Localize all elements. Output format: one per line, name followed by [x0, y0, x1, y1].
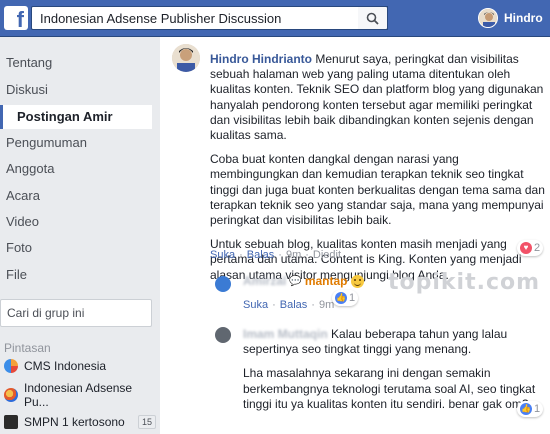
- sidebar-item-tentang[interactable]: Tentang: [6, 52, 52, 74]
- globe-icon: [4, 388, 18, 402]
- reply-author[interactable]: Imam Muttaqin: [243, 327, 328, 341]
- love-reaction-icon: ♥: [520, 242, 532, 254]
- reaction-count: 2: [534, 242, 541, 254]
- search-button[interactable]: [358, 6, 388, 30]
- group-search-box[interactable]: [0, 299, 152, 327]
- sidebar-item-anggota[interactable]: Anggota: [6, 158, 54, 180]
- reply-body: Imam Muttaqin Kalau beberapa tahun yang …: [243, 327, 543, 421]
- reaction-summary[interactable]: ♥ 2: [517, 240, 544, 256]
- reaction-count: 1: [534, 403, 541, 415]
- watermark: topikit.com: [388, 270, 541, 295]
- sidebar-item-acara[interactable]: Acara: [6, 185, 40, 207]
- shortcut-item[interactable]: CMS Indonesia: [4, 357, 156, 375]
- user-name: Hindro: [504, 11, 543, 25]
- sidebar-item-file[interactable]: File: [6, 264, 27, 286]
- profile-link[interactable]: Hindro: [478, 5, 543, 31]
- avatar[interactable]: [215, 276, 231, 292]
- notification-badge: 15: [137, 415, 156, 429]
- avatar[interactable]: [215, 327, 231, 343]
- like-link[interactable]: Suka: [210, 249, 235, 261]
- timestamp[interactable]: 9m: [286, 249, 301, 261]
- sidebar-item-foto[interactable]: Foto: [6, 237, 32, 259]
- shortcut-item[interactable]: SMPN 1 kertosono 15: [4, 413, 156, 431]
- top-bar: f Hindro: [0, 0, 550, 37]
- facebook-logo-icon[interactable]: f: [4, 6, 28, 30]
- smile-emoji-icon: [350, 274, 364, 288]
- shortcut-label: Indonesian Adsense Pu...: [24, 381, 133, 409]
- avatar[interactable]: [172, 44, 200, 72]
- reaction-count: 1: [349, 292, 356, 304]
- comment-actions: Suka · Balas · 9m · Diedit: [210, 249, 342, 261]
- search-box[interactable]: [31, 6, 388, 30]
- sidebar-item-pengumuman[interactable]: Pengumuman: [6, 132, 87, 154]
- like-reaction-icon: 👍: [335, 292, 347, 304]
- shortcut-label: SMPN 1 kertosono: [24, 415, 125, 429]
- sidebar-item-postingan-amir[interactable]: Postingan Amir: [0, 105, 152, 129]
- reply-body: Amirzal 💬 mantap: [243, 274, 364, 288]
- group-search-input[interactable]: [1, 300, 151, 326]
- reply-link[interactable]: Balas: [247, 249, 275, 261]
- reply-paragraph: Lha masalahnya sekarang ini dengan semak…: [243, 366, 536, 411]
- comment-paragraph: Coba buat konten dangkal dengan narasi y…: [210, 152, 545, 228]
- avatar: [478, 8, 498, 28]
- shortcut-item[interactable]: Indonesian Adsense Pu...: [4, 381, 156, 409]
- sidebar-item-diskusi[interactable]: Diskusi: [6, 79, 48, 101]
- like-reaction-icon: 👍: [520, 403, 532, 415]
- edited-label[interactable]: Diedit: [313, 249, 341, 261]
- school-icon: [4, 415, 18, 429]
- shortcut-label: CMS Indonesia: [24, 359, 107, 373]
- comments-panel: Hindro Hindrianto Menurut saya, peringka…: [160, 37, 550, 434]
- pie-icon: [4, 359, 18, 373]
- reply-author[interactable]: Amirzal: [243, 274, 286, 288]
- like-link[interactable]: Suka: [243, 299, 268, 311]
- group-sidebar: Tentang Diskusi Postingan Amir Pengumuma…: [0, 37, 160, 434]
- reaction-summary[interactable]: 👍 1: [517, 401, 544, 417]
- shortcuts-title: Pintasan: [4, 341, 51, 355]
- reaction-summary[interactable]: 👍 1: [332, 290, 359, 306]
- chat-bubble-icon: 💬: [289, 275, 302, 287]
- reply-actions: Suka · Balas · 9m: [243, 299, 335, 311]
- search-icon: [366, 12, 379, 25]
- reply-link[interactable]: Balas: [280, 299, 308, 311]
- search-input[interactable]: [32, 7, 387, 29]
- sidebar-item-video[interactable]: Video: [6, 211, 39, 233]
- reply-text: mantap: [304, 274, 348, 288]
- comment-author[interactable]: Hindro Hindrianto: [210, 52, 312, 66]
